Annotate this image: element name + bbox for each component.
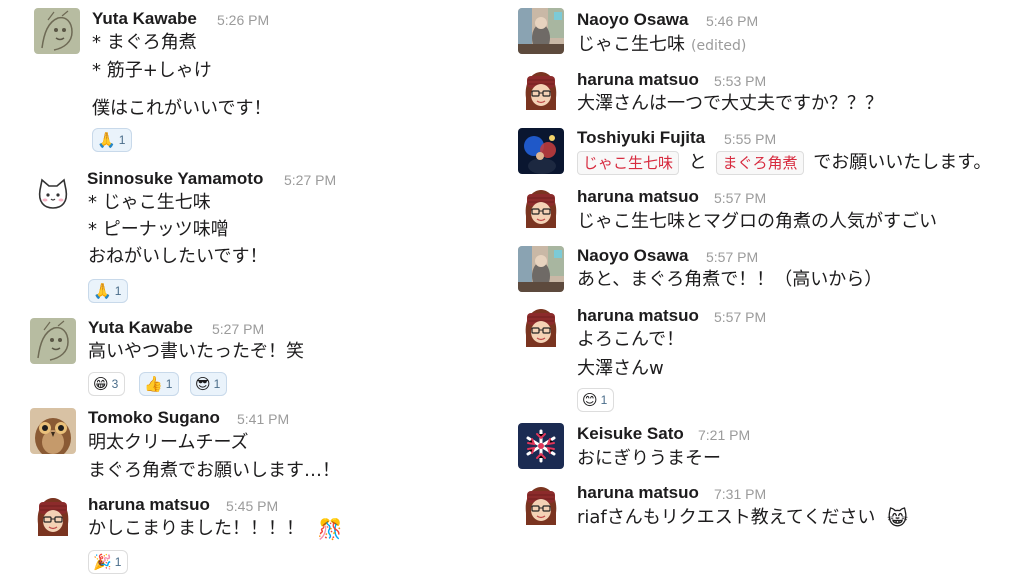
girl-avatar-icon[interactable] bbox=[30, 494, 76, 540]
girl-avatar-icon[interactable] bbox=[518, 483, 564, 529]
message-line: じゃこ生七味とマグロの角煮の人気がすごい bbox=[577, 211, 937, 232]
sender-name[interactable]: haruna matsuo bbox=[577, 187, 699, 207]
channel-tag[interactable]: じゃこ生七味 bbox=[577, 151, 680, 175]
message-line: 僕はこれがいいです！ bbox=[92, 98, 272, 119]
sender-name[interactable]: haruna matsuo bbox=[577, 70, 699, 90]
message-text: かしこまりました！！！！ bbox=[88, 518, 304, 539]
timestamp[interactable]: 5:46 PM bbox=[706, 11, 758, 31]
smiley-cat-icon: 😸 bbox=[887, 506, 908, 530]
girl-avatar-icon[interactable] bbox=[518, 305, 564, 351]
message-line: 大澤さんは一つで大丈夫ですか？？？ bbox=[577, 93, 883, 114]
message-line: よろこんで！ bbox=[577, 329, 685, 350]
snowflake-avatar-icon[interactable] bbox=[518, 423, 564, 469]
reaction-count: 1 bbox=[600, 393, 608, 407]
reaction-count: 3 bbox=[111, 377, 119, 391]
reaction-pill[interactable]: 😁 3 bbox=[88, 372, 126, 396]
message-line: まぐろ角煮でお願いします…！ bbox=[88, 460, 340, 481]
timestamp[interactable]: 5:26 PM bbox=[217, 10, 269, 30]
sender-name[interactable]: Naoyo Osawa bbox=[577, 10, 689, 30]
reaction-pill[interactable]: 😊 1 bbox=[577, 388, 615, 412]
girl-avatar-icon[interactable] bbox=[518, 68, 564, 114]
sender-name[interactable]: Keisuke Sato bbox=[577, 424, 684, 444]
message-line: * 筋子+しゃけ bbox=[92, 60, 212, 81]
edited-label: (edited) bbox=[691, 38, 747, 54]
reaction-pill[interactable]: 👍 1 bbox=[139, 372, 180, 396]
message-line: じゃこ生七味 と まぐろ角煮 でお願いいたします。 bbox=[577, 151, 991, 175]
timestamp[interactable]: 5:45 PM bbox=[226, 496, 278, 516]
reaction-count: 1 bbox=[114, 284, 122, 298]
sender-name[interactable]: Tomoko Sugano bbox=[88, 408, 220, 428]
reaction-pill[interactable]: 🙏 1 bbox=[88, 279, 129, 303]
reaction-count: 1 bbox=[114, 555, 122, 569]
timestamp[interactable]: 5:57 PM bbox=[706, 247, 758, 267]
message-line: * ピーナッツ味噌 bbox=[88, 219, 229, 240]
smile-icon: 😊 bbox=[582, 391, 598, 409]
sender-name[interactable]: haruna matsuo bbox=[577, 306, 699, 326]
reaction-count: 1 bbox=[165, 377, 173, 391]
pray-icon: 🙏 bbox=[93, 282, 112, 300]
message-line: じゃこ生七味 (edited) bbox=[577, 33, 746, 58]
reaction-count: 1 bbox=[118, 133, 126, 147]
cat-avatar-icon[interactable] bbox=[30, 172, 76, 218]
timestamp[interactable]: 5:57 PM bbox=[714, 188, 766, 208]
message-line: * じゃこ生七味 bbox=[88, 192, 211, 213]
message-line: かしこまりました！！！！ 🎊 bbox=[88, 517, 343, 541]
thumbs-up-icon: 👍 bbox=[144, 375, 163, 393]
message-line: 明太クリームチーズ bbox=[88, 432, 249, 453]
message-line: * まぐろ角煮 bbox=[92, 32, 197, 53]
owl-avatar-icon[interactable] bbox=[30, 408, 76, 454]
message-line: おねがいしたいです！ bbox=[88, 246, 268, 267]
reaction-pill[interactable]: 🎉 1 bbox=[88, 550, 129, 574]
reaction-pill[interactable]: 🙏 1 bbox=[92, 128, 133, 152]
message-line: 大澤さんw bbox=[577, 358, 664, 379]
timestamp[interactable]: 5:27 PM bbox=[284, 170, 336, 190]
girl-avatar-icon[interactable] bbox=[518, 186, 564, 232]
timestamp[interactable]: 7:21 PM bbox=[698, 425, 750, 445]
sender-name[interactable]: Toshiyuki Fujita bbox=[577, 128, 705, 148]
grin-icon: 😁 bbox=[93, 375, 109, 393]
pray-icon: 🙏 bbox=[97, 131, 116, 149]
sketch-avatar-icon[interactable] bbox=[30, 318, 76, 364]
sketch-avatar-icon[interactable] bbox=[34, 8, 80, 54]
timestamp[interactable]: 5:53 PM bbox=[714, 71, 766, 91]
sender-name[interactable]: Naoyo Osawa bbox=[577, 246, 689, 266]
timestamp[interactable]: 7:31 PM bbox=[714, 484, 766, 504]
sunglasses-icon: 😎 bbox=[195, 375, 211, 393]
photo-avatar-icon[interactable] bbox=[518, 246, 564, 292]
photo-avatar-icon[interactable] bbox=[518, 8, 564, 54]
sender-name[interactable]: Yuta Kawabe bbox=[88, 318, 193, 338]
sender-name[interactable]: Sinnosuke Yamamoto bbox=[87, 169, 263, 189]
message-text: と bbox=[688, 152, 707, 173]
sender-name[interactable]: Yuta Kawabe bbox=[92, 9, 197, 29]
reaction-count: 1 bbox=[213, 377, 221, 391]
message-text: でお願いいたします。 bbox=[813, 152, 992, 173]
message-line: riafさんもリクエスト教えてください 😸 bbox=[577, 506, 908, 530]
timestamp[interactable]: 5:57 PM bbox=[714, 307, 766, 327]
timestamp[interactable]: 5:41 PM bbox=[237, 409, 289, 429]
night-photo-avatar-icon[interactable] bbox=[518, 128, 564, 174]
sender-name[interactable]: haruna matsuo bbox=[577, 483, 699, 503]
message-line: 高いやつ書いたったぞ！笑 bbox=[88, 341, 304, 362]
confetti-icon: 🎊 bbox=[317, 517, 343, 541]
timestamp[interactable]: 5:55 PM bbox=[724, 129, 776, 149]
message-line: おにぎりうまそー bbox=[577, 448, 721, 469]
message-text: じゃこ生七味 bbox=[577, 34, 685, 55]
channel-tag[interactable]: まぐろ角煮 bbox=[716, 151, 804, 175]
message-line: あと、まぐろ角煮で！！（高いから） bbox=[577, 269, 883, 290]
party-popper-icon: 🎉 bbox=[93, 553, 112, 571]
timestamp[interactable]: 5:27 PM bbox=[212, 319, 264, 339]
message-text: riafさんもリクエスト教えてください bbox=[577, 507, 876, 528]
reaction-pill[interactable]: 😎 1 bbox=[190, 372, 228, 396]
sender-name[interactable]: haruna matsuo bbox=[88, 495, 210, 515]
